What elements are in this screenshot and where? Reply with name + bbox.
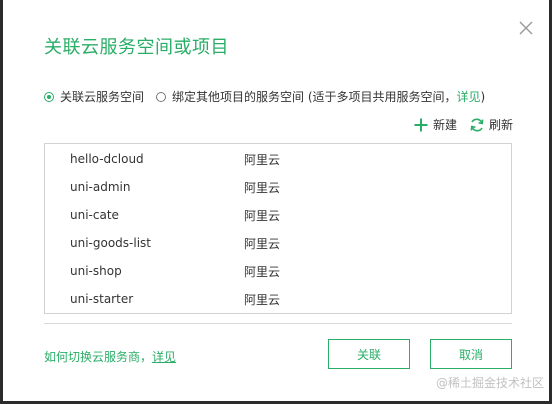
list-toolbar: 新建 刷新 [413, 116, 513, 133]
switch-provider-help: 如何切换云服务商，详见 [44, 348, 176, 365]
list-item[interactable]: uni-admin 阿里云 [45, 173, 511, 201]
space-name: hello-dcloud [70, 152, 144, 166]
radio-bind-project[interactable]: 绑定其他项目的服务空间 (适于多项目共用服务空间， 详见) [156, 88, 485, 105]
space-provider: 阿里云 [244, 264, 281, 279]
new-space-label: 新建 [432, 118, 457, 132]
space-name: uni-goods-list [70, 236, 151, 250]
list-item[interactable]: uni-starter 阿里云 [45, 285, 511, 313]
list-item[interactable]: hello-dcloud 阿里云 [45, 145, 511, 173]
bind-project-suffix: ) [480, 89, 486, 104]
radio-unselected-icon[interactable] [156, 91, 167, 102]
divider [44, 323, 512, 324]
space-provider: 阿里云 [244, 292, 281, 307]
space-provider: 阿里云 [244, 152, 281, 167]
refresh-icon [470, 118, 484, 131]
radio-selected-icon[interactable] [44, 91, 54, 102]
space-provider: 阿里云 [244, 180, 281, 195]
dialog-title: 关联云服务空间或项目 [44, 37, 229, 58]
space-name: uni-cate [70, 208, 119, 222]
radio-link-space[interactable]: 关联云服务空间 [44, 88, 144, 105]
confirm-button[interactable]: 关联 [328, 339, 410, 369]
radio-bind-project-label: 绑定其他项目的服务空间 (适于多项目共用服务空间， [172, 90, 457, 104]
new-space-button[interactable]: 新建 [413, 116, 457, 133]
space-provider: 阿里云 [244, 236, 281, 251]
service-space-list[interactable]: hello-dcloud 阿里云 uni-admin 阿里云 uni-cate … [44, 143, 512, 314]
list-item[interactable]: uni-goods-list 阿里云 [45, 229, 511, 257]
close-icon[interactable] [515, 17, 537, 39]
space-name: uni-shop [70, 264, 122, 278]
radio-link-space-label: 关联云服务空间 [60, 90, 145, 104]
refresh-button[interactable]: 刷新 [469, 116, 513, 133]
space-provider: 阿里云 [244, 208, 281, 223]
list-item[interactable]: uni-cate 阿里云 [45, 201, 511, 229]
refresh-label: 刷新 [488, 118, 513, 132]
plus-icon [414, 118, 428, 131]
switch-provider-details-link[interactable]: 详见 [152, 350, 176, 364]
cancel-button[interactable]: 取消 [430, 339, 512, 369]
list-item[interactable]: uni-shop 阿里云 [45, 257, 511, 285]
window-frame-left [0, 0, 3, 404]
bind-project-details-link[interactable]: 详见 [457, 88, 481, 105]
space-name: uni-starter [70, 292, 134, 306]
space-name: uni-admin [70, 180, 131, 194]
association-mode-options: 关联云服务空间 绑定其他项目的服务空间 (适于多项目共用服务空间， 详见) [44, 88, 485, 105]
switch-provider-help-text: 如何切换云服务商， [44, 350, 153, 364]
watermark: @稀土掘金技术社区 [435, 376, 544, 390]
